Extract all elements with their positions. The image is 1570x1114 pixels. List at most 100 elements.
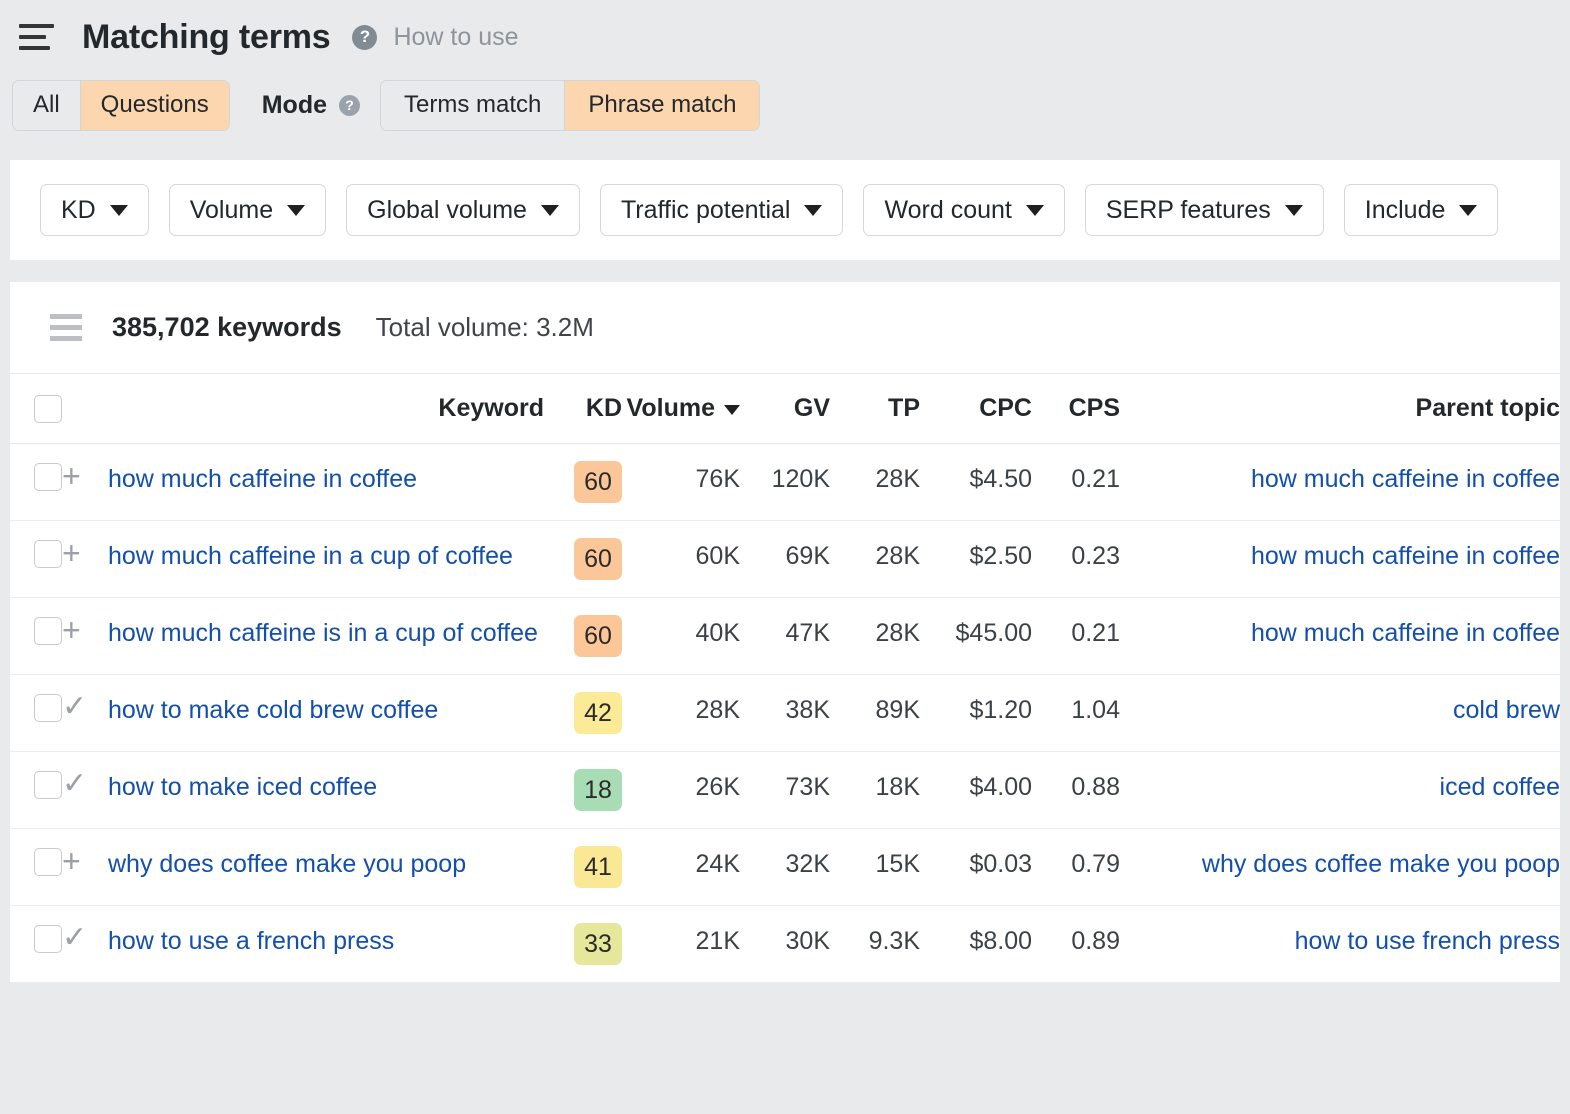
cpc-value: $4.50 — [969, 465, 1032, 494]
kd-cell: 33 — [544, 905, 622, 984]
tab-questions[interactable]: Questions — [80, 80, 229, 130]
question-mark-icon[interactable]: ? — [352, 24, 378, 50]
mode-toggle-group: Terms match Phrase match — [380, 79, 761, 131]
cpc-cell: $1.20 — [920, 674, 1032, 753]
parent-topic-link[interactable]: why does coffee make you poop — [1202, 850, 1560, 878]
keyword-link[interactable]: why does coffee make you poop — [108, 846, 466, 882]
keyword-cell: + why does coffee make you poop — [62, 828, 544, 907]
keyword-count: 385,702 keywords — [112, 312, 342, 342]
parent-topic-link[interactable]: how much caffeine in coffee — [1251, 619, 1560, 647]
tp-value: 18K — [875, 773, 920, 802]
hamburger-icon[interactable] — [10, 19, 54, 55]
table-row: ✓ how to use a french press 33 21K 30K 9.3K $8… — [10, 905, 1560, 984]
plus-icon[interactable]: + — [62, 537, 108, 569]
kd-badge: 41 — [574, 846, 622, 889]
keyword-link[interactable]: how much caffeine in coffee — [108, 461, 417, 497]
keyword-link[interactable]: how much caffeine is in a cup of coffee — [108, 615, 538, 651]
check-icon[interactable]: ✓ — [62, 692, 108, 722]
row-checkbox[interactable] — [34, 847, 62, 876]
chevron-down-icon — [804, 204, 823, 216]
keyword-cell: ✓ how to use a french press — [62, 905, 544, 984]
mode-label: Mode — [261, 90, 328, 119]
table-row: ✓ how to make cold brew coffee 42 28K 38K 89K… — [10, 674, 1560, 753]
volume-cell: 76K — [622, 443, 740, 522]
row-checkbox[interactable] — [34, 693, 62, 722]
cpc-value: $8.00 — [969, 927, 1032, 956]
keyword-cell: + how much caffeine in a cup of coffee — [62, 520, 544, 599]
tab-phrase-match[interactable]: Phrase match — [565, 80, 760, 130]
tp-value: 15K — [875, 850, 920, 879]
volume-value: 24K — [695, 850, 740, 879]
row-checkbox[interactable] — [34, 616, 62, 645]
keyword-link[interactable]: how to use a french press — [108, 923, 394, 959]
tab-terms-match[interactable]: Terms match — [381, 80, 566, 130]
list-line — [50, 336, 82, 341]
table-header: Keyword KD Volume GV TP CPC CPS Parent t… — [10, 374, 1560, 445]
tab-all[interactable]: All — [13, 80, 81, 130]
check-icon[interactable]: ✓ — [62, 923, 108, 953]
filter-include[interactable]: Include — [1343, 184, 1499, 236]
parent-topic-link[interactable]: how much caffeine in coffee — [1251, 542, 1560, 570]
cpc-value: $2.50 — [969, 542, 1032, 571]
filter-bar: KD Volume Global volume Traffic potentia… — [10, 160, 1560, 260]
cpc-cell: $45.00 — [920, 597, 1032, 676]
row-checkbox[interactable] — [34, 539, 62, 568]
filter-traffic-potential[interactable]: Traffic potential — [599, 184, 844, 236]
row-checkbox[interactable] — [34, 924, 62, 953]
row-select-cell — [10, 597, 62, 676]
column-header-parent-topic[interactable]: Parent topic — [1120, 374, 1560, 445]
plus-icon[interactable]: + — [62, 460, 108, 492]
filter-volume[interactable]: Volume — [168, 184, 327, 236]
select-all-checkbox[interactable] — [34, 395, 62, 424]
check-icon[interactable]: ✓ — [62, 769, 108, 799]
list-lines-icon[interactable] — [50, 314, 82, 341]
column-header-cpc[interactable]: CPC — [920, 374, 1032, 445]
column-header-cps[interactable]: CPS — [1032, 374, 1120, 445]
hamburger-line — [19, 35, 46, 39]
cps-value: 0.21 — [1071, 619, 1120, 648]
parent-topic-link[interactable]: iced coffee — [1440, 773, 1560, 801]
column-header-volume[interactable]: Volume — [622, 374, 740, 445]
keyword-cell: ✓ how to make iced coffee — [62, 751, 544, 830]
filter-global-volume[interactable]: Global volume — [346, 184, 580, 236]
tp-value: 28K — [875, 542, 920, 571]
how-to-use-link[interactable]: How to use — [393, 23, 518, 52]
cps-cell: 1.04 — [1032, 674, 1120, 753]
column-header-keyword[interactable]: Keyword — [62, 374, 544, 445]
row-checkbox[interactable] — [34, 770, 62, 799]
column-header-gv[interactable]: GV — [740, 374, 830, 445]
gv-value: 120K — [771, 465, 830, 494]
plus-icon[interactable]: + — [62, 845, 108, 877]
cpc-cell: $2.50 — [920, 520, 1032, 599]
cpc-value: $0.03 — [969, 850, 1032, 879]
row-checkbox[interactable] — [34, 462, 62, 491]
volume-value: 21K — [695, 927, 740, 956]
parent-topic-link[interactable]: how much caffeine in coffee — [1251, 465, 1560, 493]
scope-toggle-group: All Questions — [12, 79, 230, 131]
filter-serp-features[interactable]: SERP features — [1084, 184, 1324, 236]
volume-cell: 40K — [622, 597, 740, 676]
kd-cell: 60 — [544, 443, 622, 522]
kd-cell: 41 — [544, 828, 622, 907]
column-header-kd[interactable]: KD — [544, 374, 622, 445]
kd-badge: 60 — [574, 461, 622, 504]
volume-value: 40K — [695, 619, 740, 648]
parent-topic-link[interactable]: how to use french press — [1295, 927, 1560, 955]
gv-value: 73K — [785, 773, 830, 802]
keyword-link[interactable]: how much caffeine in a cup of coffee — [108, 538, 513, 574]
chevron-down-icon — [1284, 204, 1303, 216]
list-line — [50, 325, 82, 330]
column-header-tp[interactable]: TP — [830, 374, 920, 445]
keyword-link[interactable]: how to make cold brew coffee — [108, 692, 438, 728]
parent-topic-link[interactable]: cold brew — [1453, 696, 1560, 724]
gv-cell: 32K — [740, 828, 830, 907]
volume-value: 26K — [695, 773, 740, 802]
plus-icon[interactable]: + — [62, 614, 108, 646]
table-row: + why does coffee make you poop 41 24K 32K 15… — [10, 828, 1560, 907]
table-row: + how much caffeine is in a cup of coffee… — [10, 597, 1560, 676]
filter-kd[interactable]: KD — [40, 184, 149, 236]
keyword-link[interactable]: how to make iced coffee — [108, 769, 377, 805]
filter-word-count[interactable]: Word count — [863, 184, 1065, 236]
mode-question-mark-icon[interactable]: ? — [339, 94, 361, 116]
volume-cell: 21K — [622, 905, 740, 984]
